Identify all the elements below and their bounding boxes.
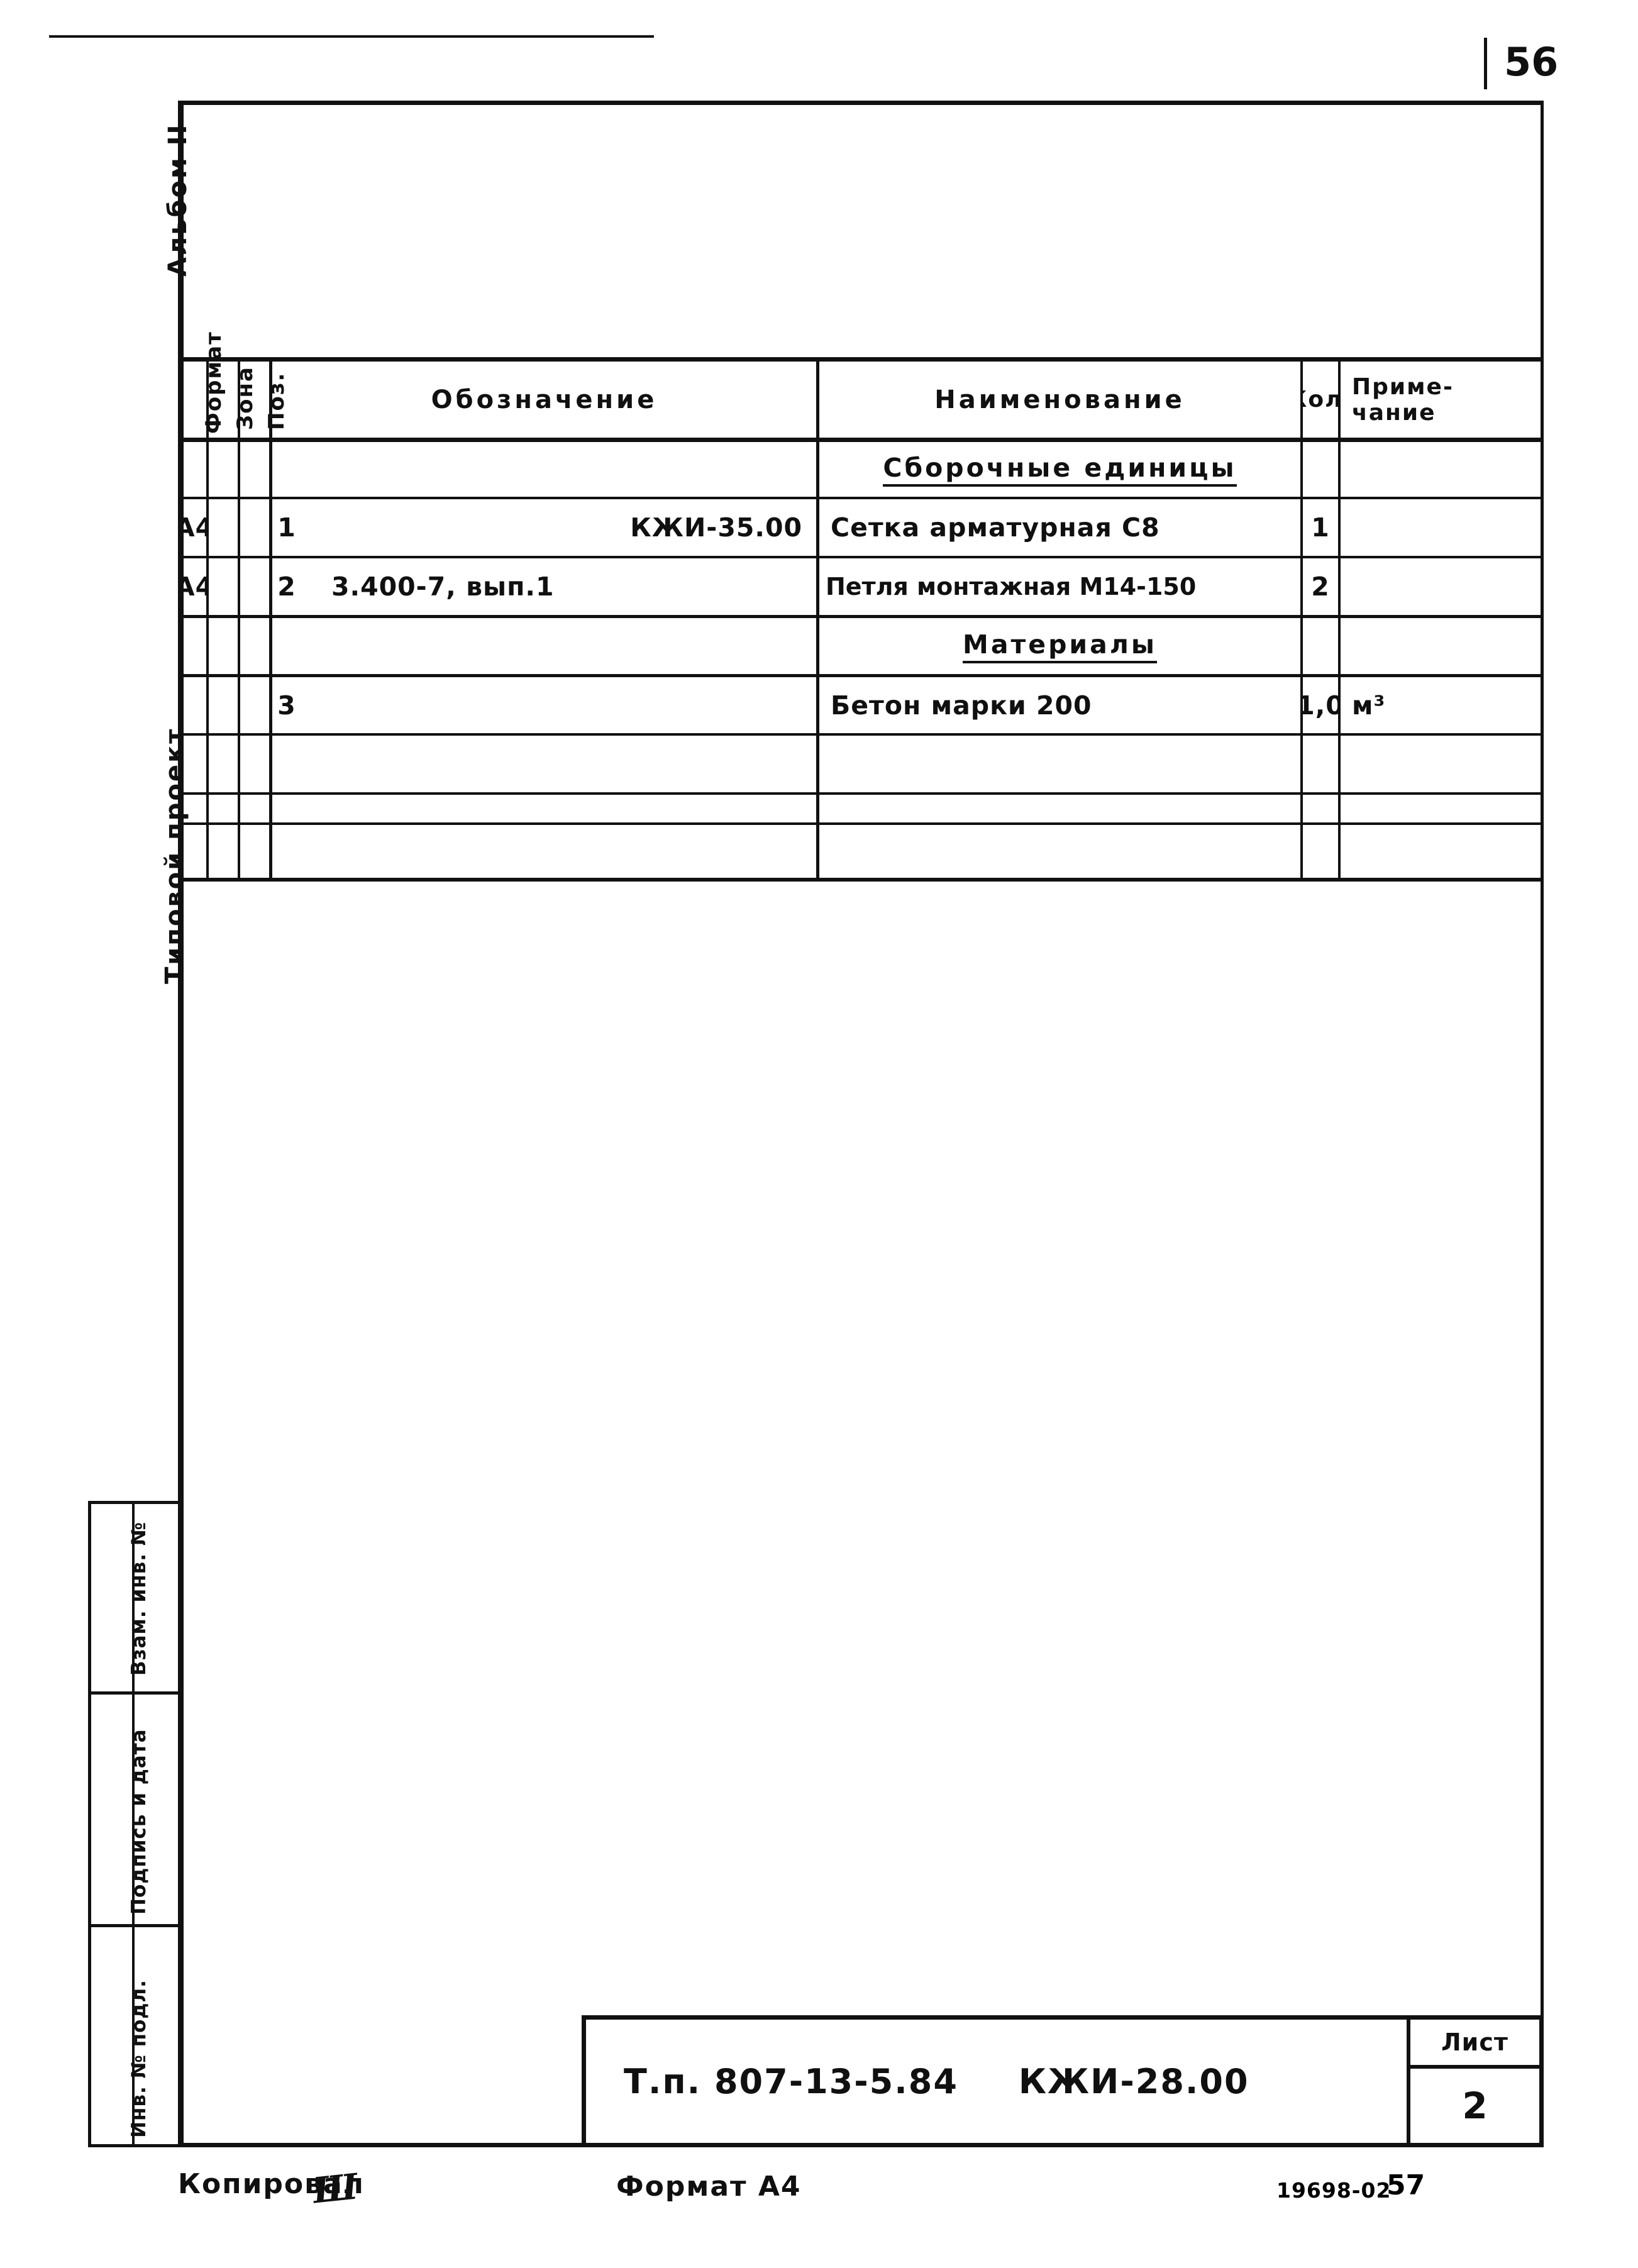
column-header-qty-cell: Кол.	[1303, 362, 1338, 438]
copier-signature: Ш	[311, 2166, 360, 2212]
cell-format: А4	[182, 512, 206, 543]
cell-note-3: м³	[1341, 677, 1541, 733]
cell-pos-2: 2	[272, 558, 301, 615]
cell-qty-2: 2	[1303, 558, 1338, 615]
cell-pos-1: 1	[272, 499, 301, 556]
title-block-sheet: Лист 2	[1407, 2020, 1539, 2143]
cell-note-3-text: м³	[1352, 690, 1386, 721]
sidebar-item-vzam-inv: Взам. инв. №	[128, 1521, 150, 1676]
cell-zone-3	[240, 677, 269, 733]
cell-qty-3-text: 1,0	[1303, 690, 1338, 721]
cell-name-3-text: Бетон марки 200	[831, 690, 1092, 721]
column-header-note-line2: чание	[1352, 399, 1436, 426]
table-row	[272, 736, 816, 792]
cell-pos-3: 3	[272, 677, 301, 733]
cell-name-text: Сетка арматурная С8	[831, 512, 1160, 543]
page-number-divider	[1484, 38, 1487, 89]
title-block-main: Т.п. 807-13-5.84 КЖИ-28.00	[586, 2020, 1407, 2143]
table-row	[272, 825, 816, 878]
column-header-note-line1: Приме-	[1352, 373, 1454, 400]
table-row	[272, 795, 816, 822]
group-heading-materials: Материалы	[963, 629, 1157, 663]
table-vline-left	[178, 357, 182, 882]
drawing-page: 56 Альбом II Типовой проект Взам. инв. №…	[0, 0, 1638, 2268]
column-header-qty: Кол.	[1303, 387, 1338, 412]
cell-qty-2-text: 2	[1311, 572, 1330, 602]
table-vline-zone	[238, 357, 240, 882]
column-header-name-cell: Наименование	[819, 362, 1300, 438]
column-header-zone: Зона	[233, 366, 258, 430]
cell-pos-text: 1	[277, 512, 296, 543]
table-vline-format	[206, 357, 209, 882]
column-header-designation-cell: Обозначение	[272, 362, 816, 438]
cell-note-1	[1341, 499, 1541, 556]
cell-designation-3	[301, 677, 816, 733]
cell-name-2: Петля монтажная М14-150	[819, 558, 1300, 615]
cell-qty-text: 1	[1311, 512, 1330, 543]
sidebar-divider-1	[88, 1691, 180, 1695]
cell-designation-2-text: 3.400-7, вып.1	[331, 572, 555, 602]
sidebar-divider-2	[88, 1924, 180, 1927]
table-vline-right	[1541, 357, 1544, 882]
column-header-format: Формат	[201, 331, 226, 434]
cell-note-2	[1341, 558, 1541, 615]
stamp-page-number: 57	[1386, 2169, 1425, 2201]
table-row: Сборочные единицы	[819, 442, 1300, 497]
sidebar-item-inv-podl: Инв. № подл.	[128, 1979, 150, 2138]
cell-designation-text: КЖИ-35.00	[630, 512, 802, 543]
group-heading-assemblies: Сборочные единицы	[883, 453, 1237, 487]
album-label: Альбом II	[163, 123, 192, 277]
cell-zone-1	[240, 499, 269, 556]
column-header-designation: Обозначение	[431, 385, 658, 414]
drawing-code: КЖИ-28.00	[1018, 2061, 1249, 2101]
table-row: А4	[182, 558, 206, 615]
sidebar-item-podpis-i-data: Подпись и дата	[128, 1729, 150, 1915]
title-block: Т.п. 807-13-5.84 КЖИ-28.00 Лист 2	[582, 2015, 1544, 2147]
format-label: Формат А4	[616, 2171, 802, 2203]
project-code: Т.п. 807-13-5.84	[624, 2061, 958, 2101]
table-row: Материалы	[819, 618, 1300, 674]
cell-designation-2: 3.400-7, вып.1	[301, 558, 816, 615]
cell-name-1: Сетка арматурная С8	[819, 499, 1300, 556]
cell-pos-3-text: 3	[277, 690, 296, 721]
stamp-code: 19698-02	[1276, 2178, 1392, 2203]
table-row	[182, 677, 206, 733]
cell-designation-1: КЖИ-35.00	[301, 499, 816, 556]
cell-name-2-text: Петля монтажная М14-150	[826, 573, 1197, 600]
cell-qty-3: 1,0	[1303, 677, 1338, 733]
cell-format-2: А4	[182, 572, 206, 602]
page-number: 56	[1504, 39, 1559, 85]
column-header-note-cell: Приме- чание	[1341, 362, 1541, 438]
column-header-name: Наименование	[934, 385, 1185, 414]
sheet-label: Лист	[1410, 2020, 1539, 2069]
trim-rule	[49, 35, 654, 38]
cell-pos-2-text: 2	[277, 572, 296, 602]
cell-name-3: Бетон марки 200	[819, 677, 1300, 733]
specification-table: Формат Зона Поз. Обозначение Наименовани…	[178, 331, 1544, 882]
cell-qty-1: 1	[1303, 499, 1338, 556]
sheet-number: 2	[1462, 2084, 1488, 2127]
cell-zone-2	[240, 558, 269, 615]
table-row: А4	[182, 499, 206, 556]
